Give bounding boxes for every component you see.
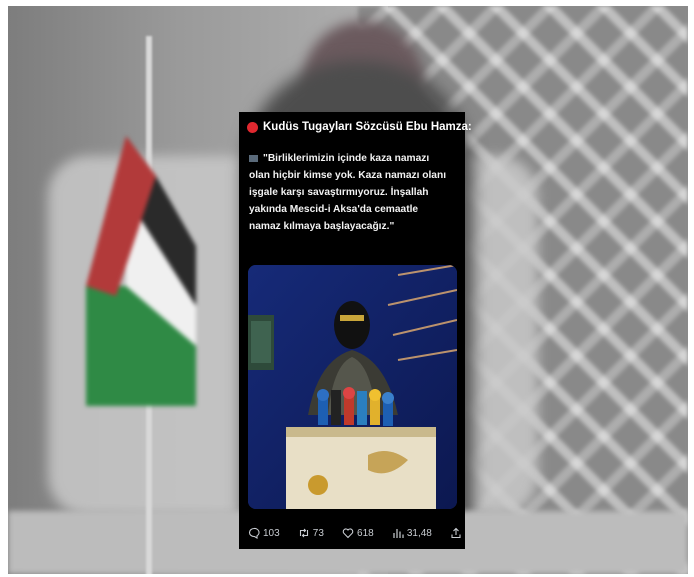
like-button[interactable]: 618 [342, 527, 374, 539]
retweet-button[interactable]: 73 [298, 527, 324, 539]
reply-icon [248, 527, 260, 539]
retweet-count: 73 [312, 527, 324, 539]
red-circle-icon [247, 121, 258, 133]
views-icon [393, 529, 404, 538]
share-button[interactable] [450, 527, 462, 539]
quote-line: namaz kılmaya başlayacağız." [249, 221, 395, 232]
tweet-author-title: Kudüs Tugayları Sözcüsü Ebu Hamza: [263, 121, 472, 133]
tweet-header: Kudüs Tugayları Sözcüsü Ebu Hamza: [247, 118, 472, 136]
quote-line: işgale karşı savaştırmıyoruz. İnşallah [249, 187, 429, 198]
retweet-icon [299, 528, 308, 538]
quote-marker-icon [249, 154, 258, 162]
tweet-quote: "Birliklerimizin içinde kaza namazı olan… [249, 150, 459, 235]
quote-line: olan hiçbir kimse yok. Kaza namazı olanı [249, 170, 447, 181]
quote-line: "Birliklerimizin içinde kaza namazı [249, 150, 459, 167]
tweet-actions: 103 73 618 31,48 [248, 525, 462, 541]
like-count: 618 [357, 527, 374, 539]
palestinian-flag [86, 136, 196, 406]
reply-count: 103 [263, 527, 280, 539]
tweet-photo[interactable] [248, 265, 457, 509]
tweet-card[interactable]: Kudüs Tugayları Sözcüsü Ebu Hamza: "Birl… [239, 112, 472, 549]
views-count: 31,48 [406, 527, 432, 539]
like-icon [342, 528, 354, 539]
views-button[interactable]: 31,48 [392, 527, 432, 539]
reply-button[interactable]: 103 [248, 527, 280, 539]
quote-line: yakında Mescid-i Aksa'da cemaatle [249, 204, 419, 215]
share-icon [451, 527, 461, 539]
